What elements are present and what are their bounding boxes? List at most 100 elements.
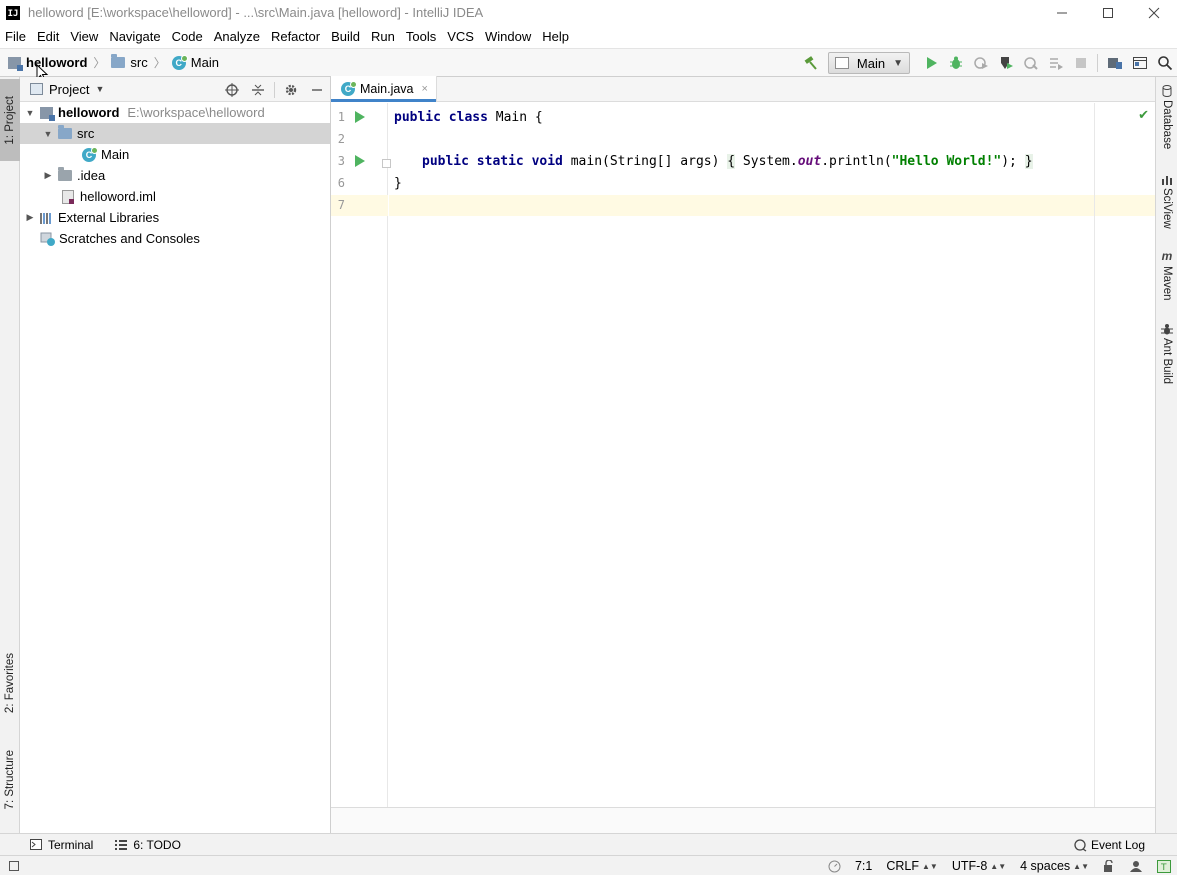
chevron-down-icon[interactable]: ▼ [42, 128, 54, 140]
folded-brace[interactable]: } [1024, 154, 1033, 169]
menu-view[interactable]: View [65, 25, 104, 49]
line-number: 3 [337, 154, 345, 168]
menu-build[interactable]: Build [326, 25, 366, 49]
java-class-icon: C [341, 80, 357, 96]
line-number: 1 [337, 110, 345, 124]
collapse-all-button[interactable] [245, 77, 271, 102]
favorites-tool-tab[interactable]: 2: Favorites [0, 643, 20, 723]
run-button[interactable] [918, 51, 943, 75]
menu-file[interactable]: File [0, 25, 32, 49]
todo-tool-button[interactable]: 6: TODO [115, 838, 181, 852]
inspector-icon[interactable] [1129, 860, 1143, 872]
debug-button[interactable] [943, 51, 968, 75]
run-with-coverage-button[interactable] [968, 51, 993, 75]
maven-tool-label: Maven [1161, 266, 1173, 301]
run-configuration-select[interactable]: Main ▼ [827, 52, 910, 74]
chevron-right-icon[interactable]: ▶ [42, 170, 54, 182]
tree-item-main[interactable]: C Main [20, 144, 330, 165]
build-button[interactable] [799, 51, 824, 75]
database-icon [1162, 85, 1172, 97]
structure-tool-tab[interactable]: 7: Structure [0, 737, 20, 823]
ant-build-tool-tab[interactable]: Ant Build [1156, 323, 1177, 384]
panel-settings-button[interactable] [278, 77, 304, 102]
search-everywhere-button[interactable] [1152, 51, 1177, 75]
editor: C Main.java × 1 2 3 6 7 public class Mai… [331, 76, 1155, 833]
git-clock-icon[interactable] [828, 860, 841, 873]
menu-help[interactable]: Help [537, 25, 575, 49]
navigation-bar: helloword 〉 src 〉 C Main Main ▼ [0, 49, 1177, 77]
close-button[interactable] [1131, 0, 1177, 25]
run-icon [926, 57, 937, 69]
code-line-6: } [394, 176, 402, 191]
toggle-tool-windows-icon[interactable] [8, 860, 20, 872]
stop-button[interactable] [1068, 51, 1093, 75]
close-tab-icon[interactable]: × [422, 83, 428, 95]
maven-tool-tab[interactable]: m Maven [1156, 249, 1177, 301]
run-concurrency-button[interactable] [1043, 51, 1068, 75]
terminal-toolbar-button[interactable] [1127, 51, 1152, 75]
project-view-select[interactable]: Project [49, 82, 89, 97]
tree-item-label: External Libraries [58, 210, 160, 225]
chevron-down-icon[interactable]: ▼ [24, 107, 36, 119]
event-log-button[interactable]: Event Log [1074, 834, 1145, 856]
left-tool-strip: 1: Project 2: Favorites 7: Structure [0, 77, 20, 833]
chevron-right-icon: 〉 [93, 56, 106, 70]
menu-tools[interactable]: Tools [401, 25, 442, 49]
encoding-select[interactable]: UTF-8 ▲▼ [952, 859, 1006, 873]
hide-panel-button[interactable] [304, 77, 330, 102]
run-main-gutter-icon[interactable] [355, 155, 365, 167]
maximize-button[interactable] [1085, 0, 1131, 25]
scratches-icon [40, 232, 55, 246]
minimize-icon [1057, 12, 1067, 13]
todo-list-icon [115, 839, 128, 850]
tree-item-external-libraries[interactable]: ▶ External Libraries [20, 207, 330, 228]
event-log-label: Event Log [1090, 838, 1145, 852]
folder-icon [58, 167, 72, 181]
minimize-button[interactable] [1039, 0, 1085, 25]
tree-item-idea[interactable]: ▶ .idea [20, 165, 330, 186]
terminal-label: Terminal [48, 837, 94, 852]
locate-file-button[interactable] [219, 77, 245, 102]
checkmark-icon[interactable]: ✔ [1138, 107, 1149, 123]
sciview-tool-tab[interactable]: SciView [1156, 175, 1177, 229]
window-title: helloword [E:\workspace\helloword] - ...… [28, 5, 484, 20]
breadcrumb-main[interactable]: Main [191, 55, 219, 70]
list-run-icon [1049, 58, 1063, 70]
terminal-tool-button[interactable]: Terminal [30, 838, 93, 852]
menu-navigate[interactable]: Navigate [104, 25, 166, 49]
toolbar-divider [1097, 54, 1098, 72]
breadcrumb-src[interactable]: src [130, 55, 147, 70]
chevron-down-icon[interactable]: ▼ [95, 84, 104, 94]
lock-icon[interactable] [1103, 860, 1115, 872]
menu-refactor[interactable]: Refactor [266, 25, 326, 49]
tree-item-project-root[interactable]: ▼ helloword E:\workspace\helloword [20, 102, 330, 123]
menu-edit[interactable]: Edit [32, 25, 65, 49]
menu-window[interactable]: Window [480, 25, 537, 49]
menu-run[interactable]: Run [366, 25, 401, 49]
tree-item-src[interactable]: ▼ src [20, 123, 330, 144]
database-tool-tab[interactable]: Database [1156, 85, 1177, 149]
tree-item-scratches[interactable]: Scratches and Consoles [20, 228, 330, 249]
caret-position[interactable]: 7:1 [855, 859, 872, 873]
intellij-logo: IJ [6, 5, 20, 20]
svg-text:T: T [1160, 863, 1167, 873]
chevron-right-icon[interactable]: ▶ [24, 212, 36, 224]
run-class-gutter-icon[interactable] [355, 111, 365, 123]
menu-code[interactable]: Code [167, 25, 209, 49]
memory-indicator-icon[interactable]: T [1157, 859, 1171, 873]
project-structure-button[interactable] [1102, 51, 1127, 75]
attach-profiler-button[interactable] [1018, 51, 1043, 75]
profile-button[interactable] [993, 51, 1018, 75]
line-separator-select[interactable]: CRLF ▲▼ [886, 859, 938, 873]
tree-item-iml[interactable]: helloword.iml [20, 186, 330, 207]
project-panel-header: Project ▼ [20, 77, 330, 102]
project-icon [8, 56, 23, 71]
project-tool-tab[interactable]: 1: Project [0, 79, 20, 161]
folded-brace[interactable]: { [727, 154, 736, 169]
encoding-value: UTF-8 [951, 859, 988, 873]
tab-main-java[interactable]: C Main.java × [331, 76, 437, 102]
code-area[interactable]: public class Main { public static void m… [389, 103, 1155, 807]
menu-vcs[interactable]: VCS [442, 25, 480, 49]
indent-select[interactable]: 4 spaces ▲▼ [1020, 859, 1089, 873]
menu-analyze[interactable]: Analyze [209, 25, 266, 49]
